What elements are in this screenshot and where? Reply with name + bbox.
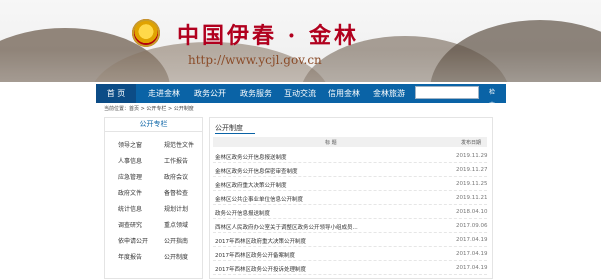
sidebar-link[interactable]: 领导之窗 — [118, 140, 142, 149]
sidebar-link[interactable]: 政府文件 — [118, 188, 142, 197]
nav-gov-service[interactable]: 政务服务 — [240, 84, 272, 103]
row-title-link[interactable]: 金林区政府重大决策公开制度 — [215, 181, 287, 189]
sidebar: 公开专栏 领导之窗 规范性文件 人事信息 工作报告 应急管理 政府会议 政府文件… — [104, 117, 203, 279]
row-date: 2019.11.27 — [456, 167, 488, 173]
sidebar-link[interactable]: 人事信息 — [118, 156, 142, 165]
search-input[interactable] — [415, 86, 479, 99]
row-title-link[interactable]: 2017年西林区政务公开投诉处理制度 — [215, 265, 306, 273]
sidebar-link[interactable]: 统计信息 — [118, 204, 142, 213]
sidebar-row: 依申请公开 公开指南 — [105, 232, 202, 248]
sidebar-title: 公开专栏 — [105, 118, 202, 132]
row-date: 2018.04.10 — [456, 209, 488, 215]
nav-about[interactable]: 走进金林 — [148, 84, 180, 103]
sidebar-row: 调查研究 重点领域 — [105, 216, 202, 232]
nav-interaction[interactable]: 互动交流 — [284, 84, 316, 103]
row-title-link[interactable]: 2017年西林区政务公开备案制度 — [215, 251, 295, 259]
breadcrumb-prefix: 当前位置： — [104, 106, 130, 112]
title-underline — [215, 133, 255, 134]
table-row[interactable]: 金林区政务公开信息报送制度 2019.11.29 — [213, 150, 488, 163]
row-date: 2017.04.19 — [456, 237, 488, 243]
sidebar-row: 领导之窗 规范性文件 — [105, 136, 202, 152]
row-title-link[interactable]: 2017年西林区政府重大决策公开制度 — [215, 237, 306, 245]
row-title-link[interactable]: 金林区政务公开信息保密审查制度 — [215, 167, 298, 175]
site-url[interactable]: http://www.ycjl.gov.cn — [188, 53, 322, 67]
breadcrumb: 当前位置：首页 > 公开专栏 > 公开制度 — [104, 105, 194, 112]
national-emblem-icon — [132, 19, 160, 47]
breadcrumb-column[interactable]: 公开专栏 — [146, 106, 166, 112]
row-title-link[interactable]: 政务公开信息报送制度 — [215, 209, 270, 217]
row-title-link[interactable]: 金林区政务公开信息报送制度 — [215, 153, 287, 161]
nav-tourism[interactable]: 金林旅游 — [373, 84, 405, 103]
sidebar-row: 人事信息 工作报告 — [105, 152, 202, 168]
sidebar-link[interactable]: 规范性文件 — [164, 140, 194, 149]
sidebar-link[interactable]: 公开指南 — [164, 236, 188, 245]
sidebar-link[interactable]: 规划计划 — [164, 204, 188, 213]
row-title-link[interactable]: 西林区人民政府办公室关于调整区政务公开领导小组成员... — [215, 223, 358, 231]
sidebar-link[interactable]: 政府会议 — [164, 172, 188, 181]
column-header-title: 标 题 — [325, 140, 337, 146]
row-date: 2019.11.21 — [456, 195, 488, 201]
content-panel: 公开制度 标 题 发布日期 金林区政务公开信息报送制度 2019.11.29 金… — [209, 117, 493, 279]
site-title: 中国伊春 · 金林 — [177, 23, 359, 49]
table-row[interactable]: 金林区政府重大决策公开制度 2019.11.25 — [213, 178, 488, 191]
table-row[interactable]: 金林区公共企事业单位信息公开制度 2019.11.21 — [213, 192, 488, 205]
row-date: 2019.11.25 — [456, 181, 488, 187]
row-date: 2019.11.29 — [456, 153, 488, 159]
sidebar-link[interactable]: 应急管理 — [118, 172, 142, 181]
row-date: 2017.09.06 — [456, 223, 488, 229]
sidebar-link[interactable]: 调查研究 — [118, 220, 142, 229]
nav-gov-public[interactable]: 政务公开 — [194, 84, 226, 103]
table-row[interactable]: 2017年西林区政务公开备案制度 2017.04.19 — [213, 248, 488, 261]
sidebar-link[interactable]: 备督检查 — [164, 188, 188, 197]
row-title-link[interactable]: 金林区公共企事业单位信息公开制度 — [215, 195, 303, 203]
sidebar-link[interactable]: 依申请公开 — [118, 236, 148, 245]
sidebar-link[interactable]: 重点领域 — [164, 220, 188, 229]
nav-home[interactable]: 首 页 — [96, 84, 136, 103]
nav-credit[interactable]: 信用金林 — [328, 84, 360, 103]
table-row[interactable]: 西林区人民政府办公室关于调整区政务公开领导小组成员... 2017.09.06 — [213, 220, 488, 233]
sidebar-link[interactable]: 工作报告 — [164, 156, 188, 165]
sidebar-row: 政府文件 备督检查 — [105, 184, 202, 200]
row-date: 2017.04.19 — [456, 265, 488, 271]
breadcrumb-home[interactable]: 首页 — [129, 106, 139, 112]
table-row[interactable]: 金林区政务公开信息保密审查制度 2019.11.27 — [213, 164, 488, 177]
header-banner: 中国伊春 · 金林 http://www.ycjl.gov.cn — [0, 0, 601, 82]
table-row[interactable]: 2017年西林区政务公开投诉处理制度 2017.04.19 — [213, 262, 488, 275]
sidebar-row: 年度报告 公开制度 — [105, 248, 202, 264]
search-button[interactable]: 检 索 — [481, 86, 503, 109]
sidebar-link[interactable]: 公开制度 — [164, 252, 188, 261]
row-date: 2017.04.19 — [456, 251, 488, 257]
breadcrumb-current: 公开制度 — [173, 106, 194, 112]
sidebar-row: 统计信息 规划计划 — [105, 200, 202, 216]
table-row[interactable]: 2017年西林区政府重大决策公开制度 2017.04.19 — [213, 234, 488, 247]
sidebar-row: 应急管理 政府会议 — [105, 168, 202, 184]
sidebar-link[interactable]: 年度报告 — [118, 252, 142, 261]
column-header-date: 发布日期 — [461, 140, 482, 146]
panel-title: 公开制度 — [215, 124, 243, 132]
table-header: 标 题 发布日期 — [213, 137, 487, 147]
breadcrumb-separator: > — [166, 106, 174, 112]
table-row[interactable]: 政务公开信息报送制度 2018.04.10 — [213, 206, 488, 219]
